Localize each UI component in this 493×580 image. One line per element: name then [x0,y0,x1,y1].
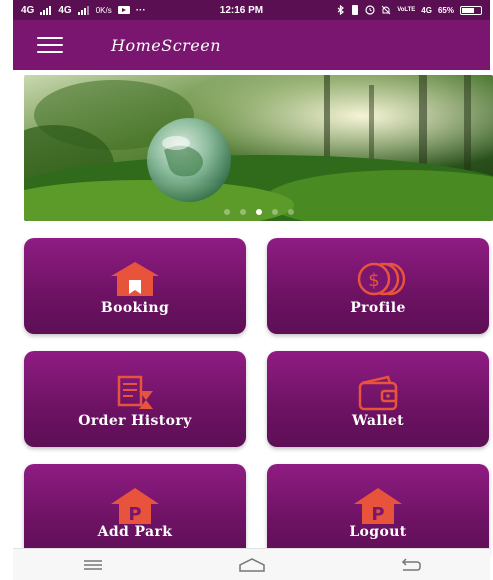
carousel-dot[interactable] [271,209,278,215]
booking-label: Booking [100,300,170,316]
banner-carousel[interactable] [24,75,493,221]
wallet-label: Wallet [352,413,404,429]
globe-forest-image [24,75,493,221]
carousel-dot[interactable] [223,209,230,215]
order-history-label: Order History [78,413,192,429]
profile-tile[interactable]: $ Profile [267,238,489,334]
booking-tile[interactable]: Booking [24,238,246,334]
bluetooth-icon [337,5,345,15]
hamburger-line-2 [37,44,63,46]
alarm-icon [365,5,375,15]
carousel-dot-active[interactable] [255,209,262,215]
system-nav-bar [13,548,490,580]
app-bar: HomeScreen [13,20,490,70]
video-icon [117,6,130,14]
carousel-indicators [24,209,493,215]
menu-icon[interactable] [73,553,113,577]
logout-label: Logout [349,524,407,540]
coins-icon: $ [357,262,406,296]
back-icon[interactable] [391,553,431,577]
page-title: HomeScreen [111,35,222,55]
lte-indicator: VoLTE [397,7,416,13]
receipt-hourglass-icon [117,375,153,409]
battery-icon [459,5,482,15]
svg-text:$: $ [368,270,379,291]
mute-icon [381,5,391,15]
signal-icon [40,5,52,15]
home-icon[interactable] [232,553,272,577]
hamburger-line-1 [37,37,63,39]
vibrate-icon [352,5,359,15]
status-bar: 4G 4G 0K/s ··· 12:16 PM VoLTE 4G 65% [13,0,490,20]
add-park-tile[interactable]: P Add Park [24,464,246,560]
profile-label: Profile [350,300,406,316]
svg-text:P: P [371,504,384,524]
parking-house-icon: P [111,488,159,524]
hamburger-icon[interactable] [37,37,63,53]
more-dots: ··· [135,4,146,16]
status-left: 4G 4G 0K/s ··· [21,5,146,16]
status-right: VoLTE 4G 65% [337,5,482,15]
status-time: 12:16 PM [219,4,264,16]
logout-tile[interactable]: P Logout [267,464,489,560]
battery-fill [461,7,474,13]
parking-house-icon: P [354,488,402,524]
network-indicator-1: 4G [21,4,35,16]
svg-text:P: P [128,504,141,524]
order-history-tile[interactable]: Order History [24,351,246,447]
add-park-label: Add Park [97,524,173,540]
carousel-dot[interactable] [287,209,294,215]
hamburger-line-3 [37,51,63,53]
network-indicator-3: 4G [421,5,432,15]
wallet-icon [358,375,398,411]
battery-percent: 65% [437,5,454,15]
signal-icon-2 [77,5,89,15]
network-indicator-2: 4G [58,4,72,16]
house-icon [111,262,159,296]
carousel-dot[interactable] [239,209,246,215]
wallet-tile[interactable]: Wallet [267,351,489,447]
data-speed: 0K/s [95,5,112,15]
